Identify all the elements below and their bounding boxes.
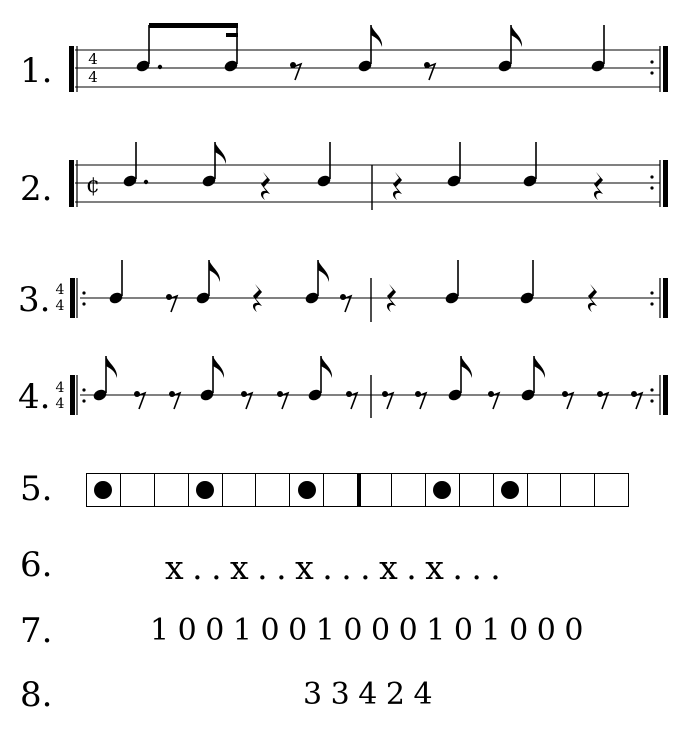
interval-notation: 3 3 4 2 4 <box>303 677 433 712</box>
row-label-6: 6. <box>20 545 53 585</box>
row-label-7: 7. <box>20 611 53 651</box>
onset-dot <box>297 481 316 499</box>
onset-dot <box>196 481 215 499</box>
svg-text:4: 4 <box>56 396 65 412</box>
grid-cell <box>560 473 596 507</box>
staff-row-1: 4 4 <box>69 23 668 92</box>
onset-dot <box>501 481 520 499</box>
quarter-rest <box>593 172 603 200</box>
grid-cell <box>526 473 562 507</box>
grid-cell <box>119 473 155 507</box>
staff-row-2: ¢ <box>69 142 668 210</box>
eighth-rest <box>423 61 436 81</box>
grid-cell <box>289 473 325 507</box>
grid-cell <box>86 473 121 507</box>
row-label-8: 8. <box>20 675 53 715</box>
eighth-rest <box>289 61 302 81</box>
repeat-end-bar <box>663 46 668 92</box>
x-dot-notation: x . . x . . x . . . x . x . . . <box>165 548 501 587</box>
svg-text:4: 4 <box>56 282 65 298</box>
grid-cell <box>357 473 393 507</box>
time-signature-bottom: 4 <box>88 68 98 86</box>
time-signature-top: 4 <box>88 50 98 68</box>
quarter-rest <box>392 172 402 200</box>
staff-row-3: 4 4 <box>56 260 668 322</box>
beam <box>149 23 238 28</box>
svg-text:4: 4 <box>56 298 65 314</box>
svg-text:4: 4 <box>56 380 65 396</box>
grid-cell <box>458 473 494 507</box>
grid-cell <box>153 473 189 507</box>
onset-dot <box>94 481 113 499</box>
box-notation-grid <box>86 473 630 507</box>
onset-dot <box>433 481 452 499</box>
row-label-5: 5. <box>20 469 53 509</box>
grid-cell <box>323 473 359 507</box>
repeat-start-bar <box>69 46 74 92</box>
grid-cell <box>391 473 426 507</box>
grid-cell <box>255 473 291 507</box>
grid-cell <box>187 473 223 507</box>
cut-time-symbol: ¢ <box>86 173 100 198</box>
grid-cell <box>492 473 528 507</box>
grid-cell <box>424 473 460 507</box>
staff-row-4: 4 4 <box>56 356 668 418</box>
grid-cell <box>594 473 630 507</box>
quarter-rest <box>260 172 270 200</box>
grid-cell <box>221 473 257 507</box>
notation-staves: 4 4 ¢ 4 4 4 4 <box>56 23 668 418</box>
binary-notation: 1 0 0 1 0 0 1 0 0 0 1 0 1 0 0 0 <box>150 613 584 648</box>
